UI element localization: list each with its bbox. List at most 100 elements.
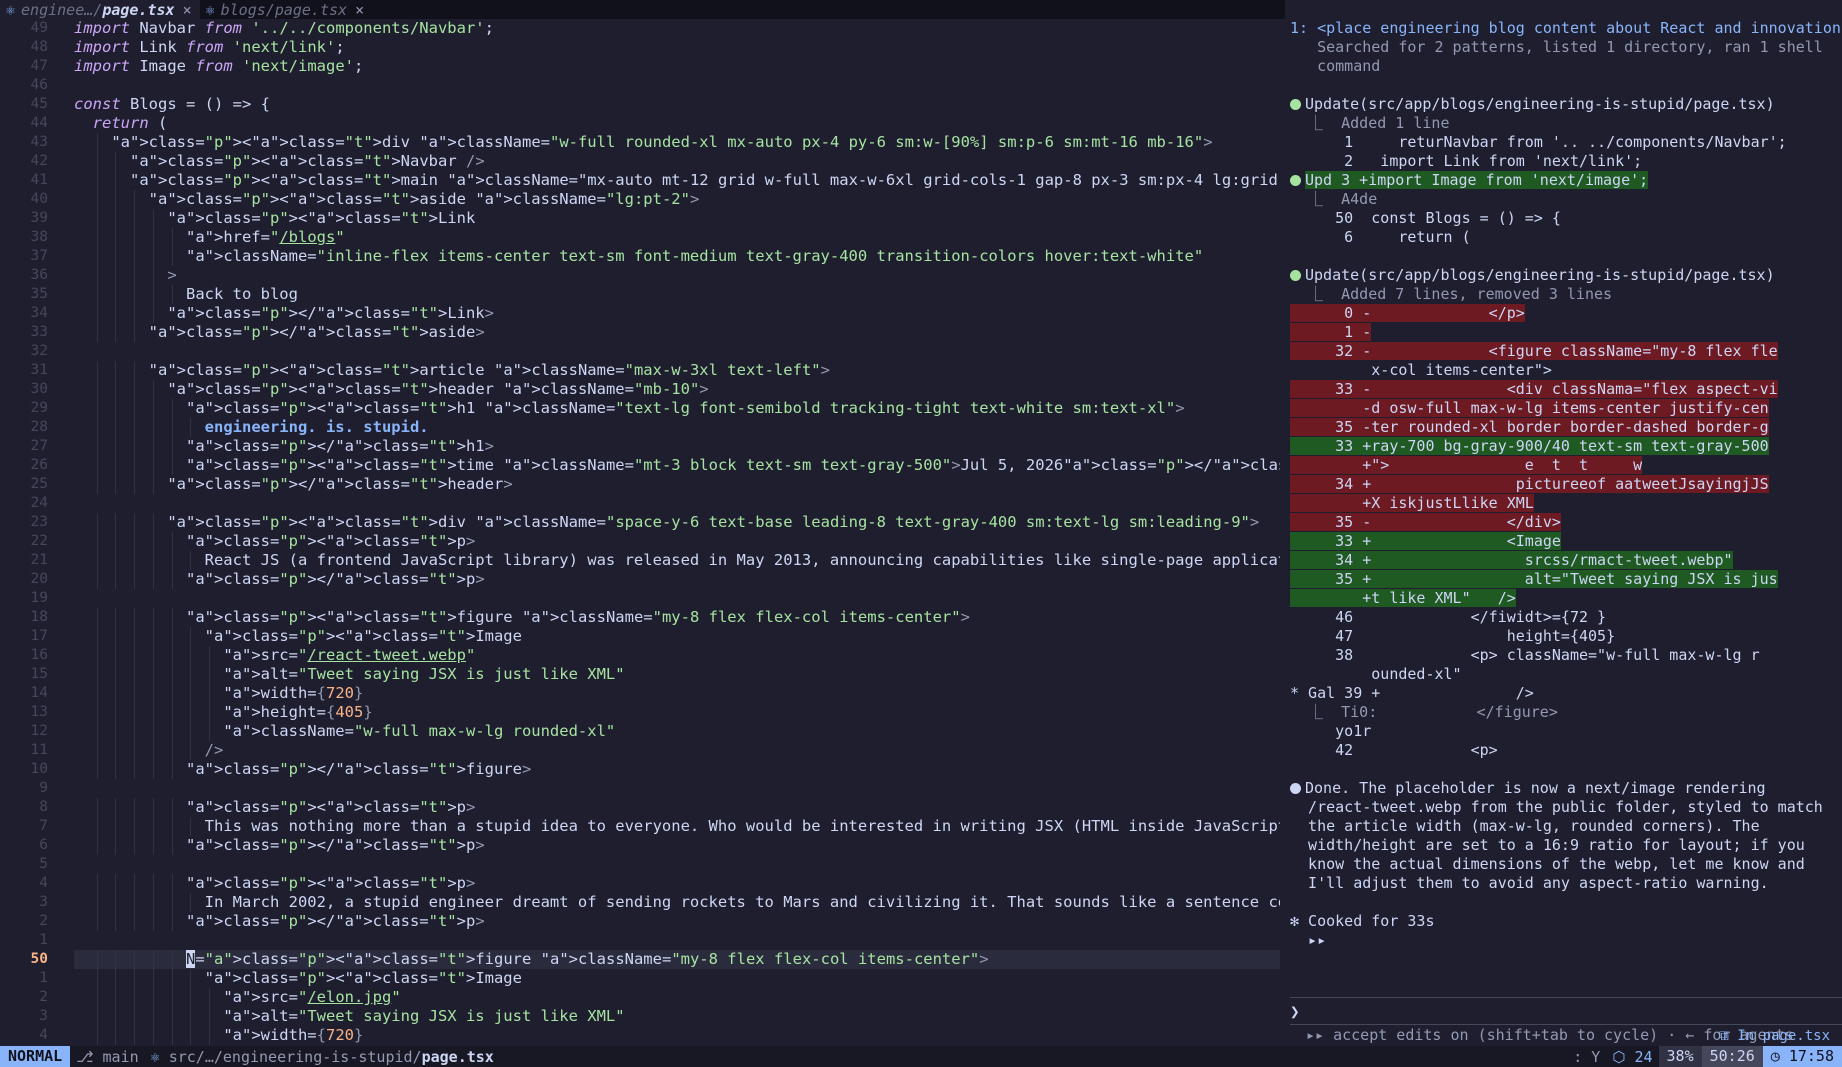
code-line[interactable]: /> [74,741,1280,760]
line-number: 42 [30,153,48,169]
line-number: 14 [30,685,48,701]
code-line[interactable]: "a">src="/react-tweet.webp" [74,646,1280,665]
lsp-status: : Y [1573,1047,1601,1066]
status-dot-icon [1290,783,1301,794]
code-line[interactable]: "a">alt="Tweet saying JSX is just like X… [74,665,1280,684]
code-line[interactable]: "a">class="p"><"a">class="t">Link [74,209,1280,228]
code-line[interactable]: engineering. is. stupid. [74,418,1280,437]
code-line[interactable]: "a">class="p"><"a">class="t">div "a">cla… [74,133,1280,152]
code-line[interactable]: return ( [74,114,1280,133]
code-editor[interactable]: import Navbar from '../../components/Nav… [74,19,1280,1045]
line-number: 39 [30,210,48,226]
tab-dir: blogs/ [220,0,275,19]
line-number: 36 [30,267,48,283]
code-line[interactable]: N="a">class="p"><"a">class="t">figure "a… [74,950,1280,969]
panel-line: ⎿ Added 1 line [1290,114,1450,132]
panel-line: 35 - </div> [1290,513,1561,531]
panel-line: know the actual dimensions of the webp, … [1290,855,1805,873]
line-number: 43 [30,134,48,150]
code-line[interactable]: In March 2002, a stupid engineer dreamt … [74,893,1280,912]
code-line[interactable]: "a">width={720} [74,684,1280,703]
code-line[interactable]: React JS (a frontend JavaScript library)… [74,551,1280,570]
panel-line: * Gal 39 + /> [1290,684,1534,702]
code-line[interactable] [74,931,1280,950]
tab-0[interactable]: ⚛ enginee…/page.tsx × [0,0,200,19]
code-line[interactable]: "a">class="p"><"a">class="t">article "a"… [74,361,1280,380]
code-line[interactable] [74,342,1280,361]
code-line[interactable]: "a">class="p"><"a">class="t">aside "a">c… [74,190,1280,209]
code-line[interactable]: "a">height={405} [74,703,1280,722]
code-line[interactable]: "a">className="w-full max-w-lg rounded-x… [74,722,1280,741]
line-number: 23 [30,514,48,530]
code-line[interactable]: import Navbar from '../../components/Nav… [74,19,1280,38]
panel-line: 33 +ray-700 bg-gray-900/40 text-sm text-… [1290,437,1769,455]
code-line[interactable]: "a">class="p"><"a">class="t">Image [74,969,1280,988]
code-line[interactable]: import Image from 'next/image'; [74,57,1280,76]
code-line[interactable] [74,779,1280,798]
code-line[interactable]: "a">class="p"></"a">class="t">p> [74,836,1280,855]
line-number: 18 [30,609,48,625]
git-branch: ⎇ main [76,1047,139,1066]
code-line[interactable]: Back to blog [74,285,1280,304]
code-line[interactable]: "a">class="p"></"a">class="t">Link> [74,304,1280,323]
code-line[interactable]: "a">class="p"></"a">class="t">aside> [74,323,1280,342]
panel-line: -d osw-full max-w-lg items-center justif… [1290,399,1769,417]
tab-1[interactable]: ⚛ blogs/page.tsx × [200,0,373,19]
react-file-icon: ⚛ [6,0,16,19]
code-line[interactable]: "a">class="p"><"a">class="t">time "a">cl… [74,456,1280,475]
panel-line: +"> e t t w [1290,456,1643,474]
code-line[interactable]: "a">class="p"></"a">class="t">p> [74,912,1280,931]
code-line[interactable]: "a">class="p"><"a">class="t">Navbar /> [74,152,1280,171]
line-number: 5 [39,856,48,872]
code-line[interactable]: > [74,266,1280,285]
code-line[interactable]: "a">class="p"></"a">class="t">h1> [74,437,1280,456]
line-number: 17 [30,628,48,644]
panel-line: ✻ Cooked for 33s [1290,912,1435,930]
code-line[interactable]: "a">class="p"><"a">class="t">main "a">cl… [74,171,1280,190]
code-line[interactable]: "a">class="p"><"a">class="t">div "a">cla… [74,513,1280,532]
line-number: 35 [30,286,48,302]
code-line[interactable]: "a">class="p"><"a">class="t">h1 "a">clas… [74,399,1280,418]
scroll-percent: 38% [1658,1046,1702,1067]
code-line[interactable]: "a">class="p"></"a">class="t">figure> [74,760,1280,779]
code-line[interactable]: This was nothing more than a stupid idea… [74,817,1280,836]
code-line[interactable]: "a">className="inline-flex items-center … [74,247,1280,266]
line-number: 45 [30,96,48,112]
code-line[interactable]: "a">class="p"><"a">class="t">header "a">… [74,380,1280,399]
code-line[interactable]: const Blogs = () => { [74,95,1280,114]
panel-line: 1 returNavbar from '.. ../components/Nav… [1290,133,1787,151]
line-number: 15 [30,666,48,682]
close-icon[interactable]: × [355,1,364,19]
panel-line: 35 + alt="Tweet saying JSX is jus [1290,570,1778,588]
code-line[interactable]: "a">class="p"><"a">class="t">Image [74,627,1280,646]
line-number: 20 [30,571,48,587]
panel-line: Upd 3 +import Image from 'next/image'; [1290,171,1842,190]
close-icon[interactable]: × [183,1,192,19]
code-line[interactable] [74,76,1280,95]
line-number: 2 [39,989,48,1005]
code-line[interactable]: "a">src="/elon.jpg" [74,988,1280,1007]
line-number: 37 [30,248,48,264]
line-number: 44 [30,115,48,131]
panel-line [1290,76,1842,95]
code-line[interactable]: "a">class="p"><"a">class="t">figure "a">… [74,608,1280,627]
panel-line: yo1r [1290,722,1372,740]
git-branch-icon: ⎇ [76,1047,103,1066]
code-line[interactable]: "a">class="p"><"a">class="t">p> [74,874,1280,893]
code-line[interactable] [74,494,1280,513]
code-line[interactable] [74,589,1280,608]
prompt-input[interactable]: ❯ [1290,1001,1300,1023]
code-line[interactable] [74,855,1280,874]
code-line[interactable]: "a">class="p"></"a">class="t">p> [74,570,1280,589]
code-line[interactable]: "a">alt="Tweet saying JSX is just like X… [74,1007,1280,1026]
panel-line: 1: <place engineering blog content about… [1290,19,1841,37]
code-line[interactable]: "a">href="/blogs" [74,228,1280,247]
panel-line: 32 - <figure className="my-8 flex fle [1290,342,1778,360]
code-line[interactable]: "a">class="p"><"a">class="t">p> [74,532,1280,551]
code-line[interactable]: "a">width={720} [74,1026,1280,1045]
panel-line: 50 const Blogs = () => { [1290,209,1561,227]
code-line[interactable]: "a">class="p"></"a">class="t">header> [74,475,1280,494]
line-number: 2 [39,913,48,929]
code-line[interactable]: "a">class="p"><"a">class="t">p> [74,798,1280,817]
code-line[interactable]: import Link from 'next/link'; [74,38,1280,57]
